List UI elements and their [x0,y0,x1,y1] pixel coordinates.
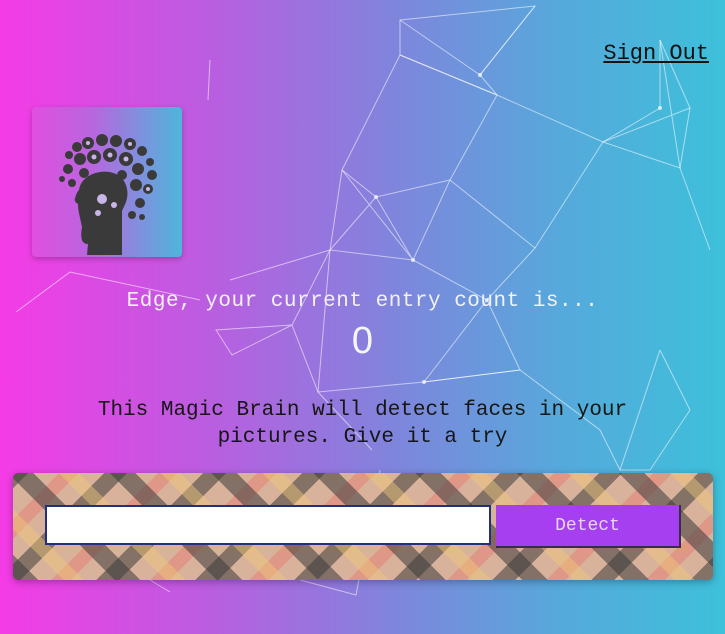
description-line-2: pictures. Give it a try [217,426,508,449]
description-line-1: This Magic Brain will detect faces in yo… [97,399,628,422]
sign-out-link[interactable]: Sign Out [603,41,709,66]
entry-count-value: 0 [351,320,374,362]
app-description: This Magic Brain will detect faces in yo… [40,397,685,451]
logo-card[interactable] [32,107,182,257]
image-url-input[interactable] [45,505,491,545]
image-url-form: Detect [13,473,713,580]
brain-head-icon [59,134,157,255]
detect-button[interactable]: Detect [496,505,681,548]
entry-count-message: Edge, your current entry count is... [126,290,599,313]
